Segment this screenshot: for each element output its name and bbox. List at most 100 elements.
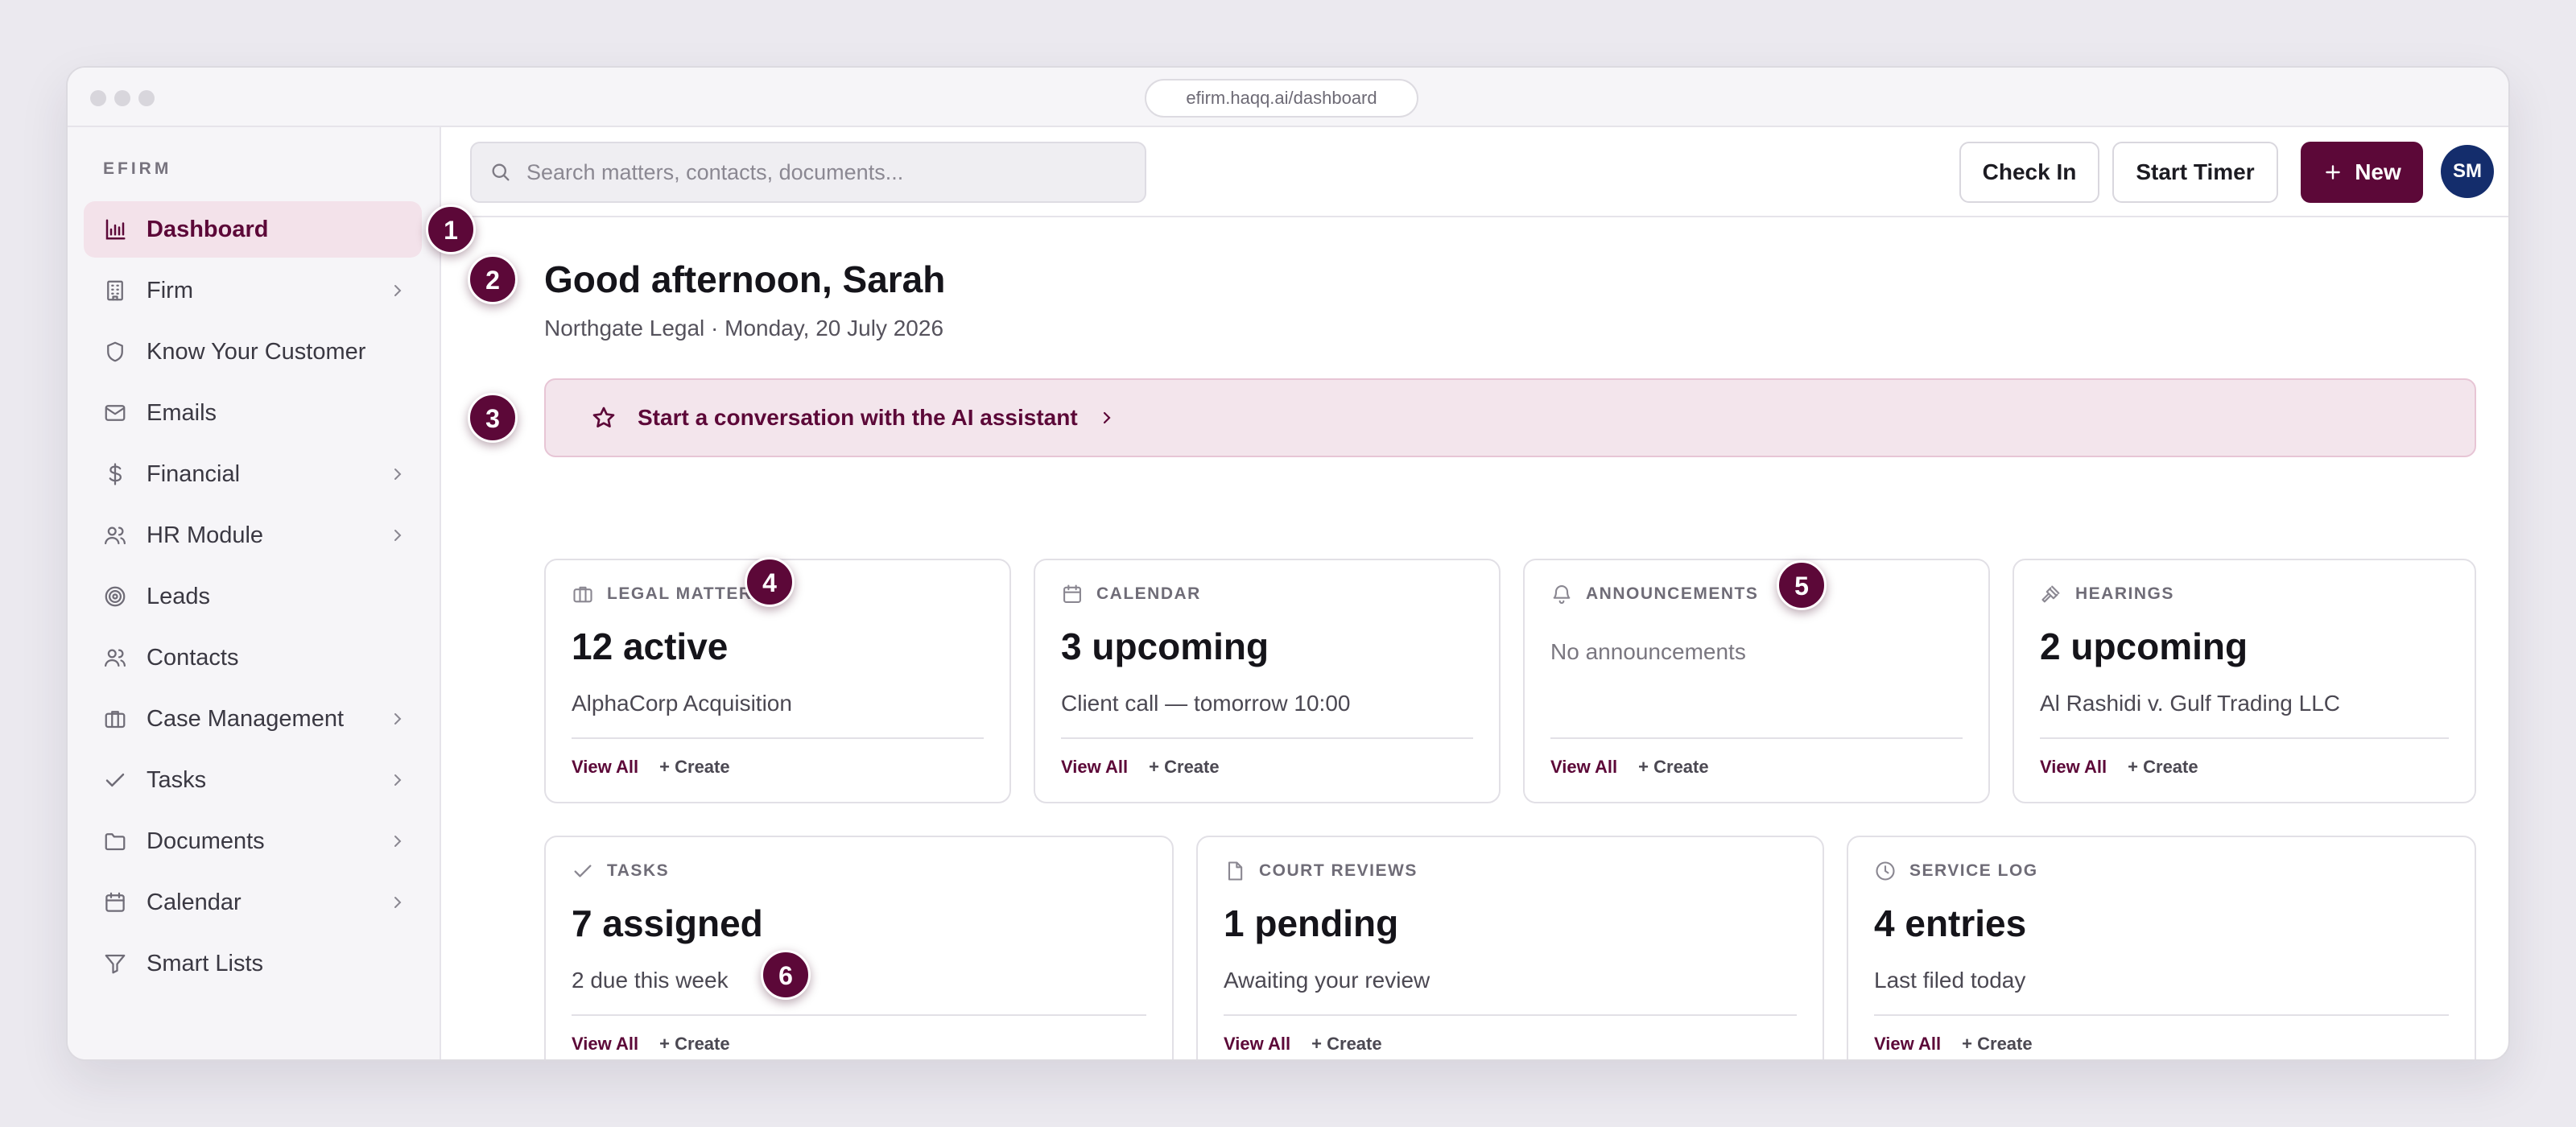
card-description: Client call — tomorrow 10:00 <box>1061 691 1351 716</box>
card-title: CALENDAR <box>1096 584 1201 603</box>
divider <box>1224 1014 1797 1016</box>
sidebar-item-documents[interactable]: Documents <box>84 813 422 869</box>
view-all-link[interactable]: View All <box>1550 757 1617 778</box>
hearings-card[interactable]: HEARINGS 2 upcoming Al Rashidi v. Gulf T… <box>2013 559 2476 803</box>
sidebar: EFIRM Dashboard Firm Know Your Customer … <box>68 127 441 1059</box>
chevron-right-icon <box>394 285 402 296</box>
create-link[interactable]: + Create <box>1149 757 1219 778</box>
sidebar-item-calendar[interactable]: Calendar <box>84 874 422 931</box>
card-description: Last filed today <box>1874 968 2026 993</box>
chevron-right-icon <box>394 774 402 786</box>
announcements-card[interactable]: ANNOUNCEMENTS No announcements View All … <box>1523 559 1990 803</box>
card-title: TASKS <box>607 861 670 880</box>
sidebar-item-label: Tasks <box>147 766 207 793</box>
card-description: 2 due this week <box>572 968 729 993</box>
sidebar-nav: Dashboard Firm Know Your Customer Emails… <box>84 201 422 997</box>
sidebar-item-dashboard[interactable]: Dashboard <box>84 201 422 258</box>
sidebar-item-case-management[interactable]: Case Management <box>84 691 422 747</box>
bell-icon <box>1553 585 1571 605</box>
create-link[interactable]: + Create <box>659 1034 729 1055</box>
court-reviews-card[interactable]: COURT REVIEWS 1 pending Awaiting your re… <box>1196 836 1824 1059</box>
chevron-right-icon <box>394 530 402 541</box>
divider <box>1550 737 1963 739</box>
address-bar[interactable]: efirm.haqq.ai/dashboard <box>1145 79 1418 118</box>
view-all-link[interactable]: View All <box>2040 757 2107 778</box>
ai-assistant-banner[interactable]: Start a conversation with the AI assista… <box>544 378 2476 457</box>
window-close-dot[interactable] <box>90 90 106 106</box>
sidebar-item-label: Emails <box>147 399 217 426</box>
card-description: Awaiting your review <box>1224 968 1430 993</box>
sidebar-item-financial[interactable]: Financial <box>84 446 422 502</box>
browser-titlebar: efirm.haqq.ai/dashboard <box>68 68 2508 127</box>
card-header: ANNOUNCEMENTS <box>1550 583 1758 605</box>
bar-chart-icon <box>103 217 127 242</box>
main-content: Good afternoon, Sarah Northgate Legal · … <box>441 219 2508 1059</box>
view-all-link[interactable]: View All <box>572 757 638 778</box>
create-link[interactable]: + Create <box>1638 757 1708 778</box>
folder-icon <box>103 829 127 853</box>
sidebar-item-label: Calendar <box>147 889 242 915</box>
sidebar-item-know-your-customer[interactable]: Know Your Customer <box>84 324 422 380</box>
sidebar-item-label: Documents <box>147 828 265 854</box>
start-timer-button[interactable]: Start Timer <box>2112 142 2278 203</box>
plus-icon <box>2326 165 2340 180</box>
card-header: HEARINGS <box>2040 583 2174 605</box>
calendar-icon <box>1063 584 1081 603</box>
create-link[interactable]: + Create <box>659 757 729 778</box>
sidebar-item-label: Financial <box>147 460 241 487</box>
callout-marker-6: 6 <box>761 950 811 1000</box>
card-description: AlphaCorp Acquisition <box>572 691 792 716</box>
card-value: 2 upcoming <box>2040 625 2248 667</box>
sidebar-item-label: Know Your Customer <box>147 338 366 365</box>
avatar[interactable]: SM <box>2441 145 2494 198</box>
callout-marker-5: 5 <box>1777 560 1827 610</box>
check-in-button[interactable]: Check In <box>1959 142 2099 203</box>
sidebar-item-leads[interactable]: Leads <box>84 568 422 625</box>
shield-icon <box>103 340 127 364</box>
chevron-right-icon <box>394 897 402 908</box>
service-log-card[interactable]: SERVICE LOG 4 entries Last filed today V… <box>1847 836 2476 1059</box>
search-box[interactable] <box>470 142 1146 203</box>
sidebar-item-emails[interactable]: Emails <box>84 385 422 441</box>
chevron-right-icon <box>394 713 402 724</box>
view-all-link[interactable]: View All <box>1224 1034 1290 1055</box>
sidebar-item-tasks[interactable]: Tasks <box>84 752 422 808</box>
create-link[interactable]: + Create <box>1962 1034 2032 1055</box>
window-minimize-dot[interactable] <box>114 90 130 106</box>
sidebar-item-label: Dashboard <box>147 216 269 242</box>
search-icon <box>492 163 510 181</box>
card-value: 1 pending <box>1224 902 1399 944</box>
view-all-link[interactable]: View All <box>1874 1034 1941 1055</box>
sidebar-item-smart-lists[interactable]: Smart Lists <box>84 935 422 992</box>
chevron-right-icon <box>394 836 402 847</box>
sidebar-item-hr-module[interactable]: HR Module <box>84 507 422 564</box>
sidebar-item-contacts[interactable]: Contacts <box>84 630 422 686</box>
card-value: 7 assigned <box>572 902 763 944</box>
window-maximize-dot[interactable] <box>138 90 155 106</box>
card-title: COURT REVIEWS <box>1259 861 1418 880</box>
view-all-link[interactable]: View All <box>572 1034 638 1055</box>
page-title: Good afternoon, Sarah <box>544 258 946 300</box>
new-button[interactable]: New <box>2301 142 2423 203</box>
briefcase-icon <box>103 707 127 731</box>
view-all-link[interactable]: View All <box>1061 757 1128 778</box>
create-link[interactable]: + Create <box>2128 757 2198 778</box>
page-subtitle: Northgate Legal · Monday, 20 July 2026 <box>544 316 944 341</box>
card-actions: View All + Create <box>1224 1034 1382 1055</box>
sidebar-item-firm[interactable]: Firm <box>84 262 422 319</box>
dollar-icon <box>103 462 127 486</box>
target-icon <box>103 584 127 609</box>
card-header: TASKS <box>572 860 669 882</box>
chevron-right-icon <box>394 469 402 480</box>
users-icon <box>103 523 127 547</box>
briefcase-icon <box>573 586 592 603</box>
card-title: LEGAL MATTERS <box>607 584 766 603</box>
callout-marker-1: 1 <box>426 204 476 254</box>
create-link[interactable]: + Create <box>1311 1034 1381 1055</box>
check-icon <box>574 865 592 877</box>
calendar-card[interactable]: CALENDAR 3 upcoming Client call — tomorr… <box>1034 559 1501 803</box>
tasks-card[interactable]: TASKS 7 assigned 2 due this week View Al… <box>544 836 1174 1059</box>
search-input[interactable] <box>526 159 1138 185</box>
card-title: SERVICE LOG <box>1909 861 2038 880</box>
card-title: ANNOUNCEMENTS <box>1586 584 1759 603</box>
